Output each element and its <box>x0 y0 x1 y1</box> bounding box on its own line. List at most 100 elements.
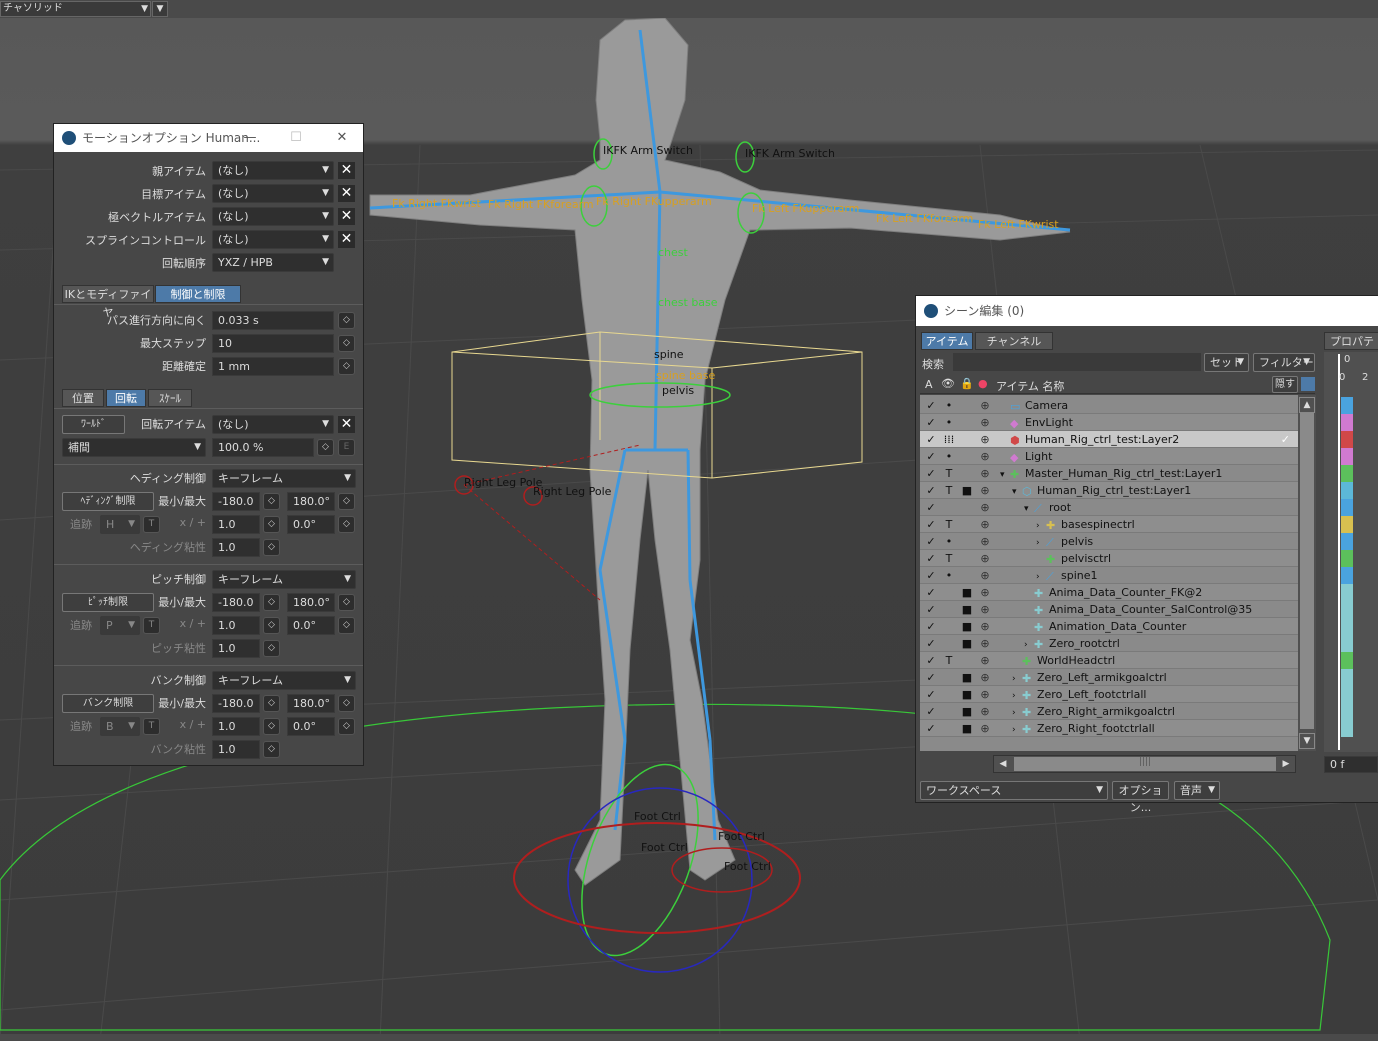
bank-offset-field[interactable]: 0.0° <box>287 717 335 736</box>
pitch-min-spinner[interactable]: ◇ <box>263 594 280 611</box>
pitch-max-field[interactable]: 180.0° <box>287 593 335 612</box>
pole-vector-select[interactable]: (なし) ▼ <box>212 207 334 226</box>
active-check-icon[interactable]: ✓ <box>924 499 938 516</box>
visibility-icon[interactable]: T <box>942 550 956 567</box>
pitch-offset-spinner[interactable]: ◇ <box>338 617 355 634</box>
layer-icon[interactable]: ⊕ <box>978 516 992 533</box>
scene-item[interactable]: ⬢ Human_Rig_ctrl_test:Layer2 <box>1000 431 1179 448</box>
lock-icon[interactable]: ■ <box>960 703 974 720</box>
scene-item[interactable]: ✚ pelvisctrl <box>1036 550 1111 567</box>
active-check-icon[interactable]: ✓ <box>924 584 938 601</box>
heading-viscosity-spinner[interactable]: ◇ <box>263 539 280 556</box>
clear-parent-button[interactable]: ✕ <box>338 162 355 179</box>
distance-field[interactable]: 1 mm <box>212 357 334 376</box>
scene-item-row[interactable]: ✓ ■ ⊕ › ✚ Zero_Right_footctrlall <box>920 720 1298 737</box>
subtab-position[interactable]: 位置 <box>62 389 104 407</box>
bank-track-axis[interactable]: B ▼ <box>100 717 140 736</box>
target-item-select[interactable]: (なし) ▼ <box>212 184 334 203</box>
heading-mult-field[interactable]: 1.0 <box>212 515 260 534</box>
scene-item[interactable]: ✚ Anima_Data_Counter_SalControl@35 <box>1024 601 1252 618</box>
scene-item-row[interactable]: ✓ ⊕ ▾ ⟋ root <box>920 499 1298 516</box>
active-check-icon[interactable]: ✓ <box>924 686 938 703</box>
active-check-icon[interactable]: ✓ <box>924 652 938 669</box>
layer-icon[interactable]: ⊕ <box>978 533 992 550</box>
active-check-icon[interactable]: ✓ <box>924 465 938 482</box>
scene-item-row[interactable]: ✓ ■ ⊕ › ✚ Zero_Right_armikgoalctrl <box>920 703 1298 720</box>
bank-mult-spinner[interactable]: ◇ <box>263 718 280 735</box>
heading-track-axis[interactable]: H ▼ <box>100 515 140 534</box>
bank-mult-field[interactable]: 1.0 <box>212 717 260 736</box>
active-check-icon[interactable]: ✓ <box>924 448 938 465</box>
h-scroll-thumb[interactable]: |||| <box>1014 757 1276 771</box>
lock-icon[interactable]: ■ <box>960 601 974 618</box>
visibility-icon[interactable]: • <box>942 533 956 550</box>
heading-offset-field[interactable]: 0.0° <box>287 515 335 534</box>
scene-item-row[interactable]: ✓ ⁞⁞⁞ ⊕ ⬢ Human_Rig_ctrl_test:Layer2 ✓ <box>920 431 1298 448</box>
active-check-icon[interactable]: ✓ <box>924 431 938 448</box>
active-check-icon[interactable]: ✓ <box>924 618 938 635</box>
active-check-icon[interactable]: ✓ <box>924 414 938 431</box>
options-button[interactable]: オプション... <box>1112 781 1169 814</box>
active-check-icon[interactable]: ✓ <box>924 533 938 550</box>
layer-icon[interactable]: ⊕ <box>978 618 992 635</box>
bank-limit-button[interactable]: バンク制限 <box>62 694 154 713</box>
col-name-header[interactable]: アイテム 名称 <box>996 378 1064 394</box>
close-icon[interactable]: ✕ <box>319 124 365 152</box>
bank-viscosity-field[interactable]: 1.0 <box>212 740 260 759</box>
lock-icon[interactable]: ■ <box>960 686 974 703</box>
heading-viscosity-field[interactable]: 1.0 <box>212 538 260 557</box>
scene-item-row[interactable]: ✓ • ⊕ ◆ Light <box>920 448 1298 465</box>
scene-item[interactable]: ◆ Light <box>1000 448 1052 465</box>
maximize-icon[interactable]: ☐ <box>273 124 319 152</box>
lock-icon[interactable]: 🔒 <box>960 377 974 390</box>
hide-button[interactable]: 隠す <box>1272 376 1298 393</box>
tab-items[interactable]: アイテム <box>921 332 973 350</box>
visibility-icon[interactable]: T <box>942 516 956 533</box>
lock-icon[interactable]: ■ <box>960 618 974 635</box>
active-check-icon[interactable]: ✓ <box>924 567 938 584</box>
visibility-icon[interactable]: T <box>942 482 956 499</box>
layer-icon[interactable]: ⊕ <box>978 601 992 618</box>
scene-item-row[interactable]: ✓ T ⊕ ▾ ✚ Master_Human_Rig_ctrl_test:Layer1 <box>920 465 1298 482</box>
lock-icon[interactable]: ■ <box>960 669 974 686</box>
layer-icon[interactable]: ⊕ <box>978 669 992 686</box>
bank-offset-spinner[interactable]: ◇ <box>338 718 355 735</box>
layer-icon[interactable]: ⊕ <box>978 482 992 499</box>
layer-icon[interactable]: ⊕ <box>978 720 992 737</box>
bank-max-spinner[interactable]: ◇ <box>338 695 355 712</box>
parent-item-select[interactable]: (なし) ▼ <box>212 161 334 180</box>
visibility-icon[interactable]: • <box>942 397 956 414</box>
tab-ik-modifiers[interactable]: IKとモディファイヤ <box>62 285 154 319</box>
scroll-left-icon[interactable]: ◀ <box>994 756 1012 772</box>
visibility-icon[interactable]: ⁞⁞⁞ <box>942 431 956 448</box>
pitch-mult-spinner[interactable]: ◇ <box>263 617 280 634</box>
lock-icon[interactable]: ■ <box>960 720 974 737</box>
scene-item-row[interactable]: ✓ ■ ⊕ ✚ Anima_Data_Counter_SalControl@35 <box>920 601 1298 618</box>
scene-item-row[interactable]: ✓ ■ ⊕ › ✚ Zero_Left_footctrlall <box>920 686 1298 703</box>
heading-mult-spinner[interactable]: ◇ <box>263 516 280 533</box>
active-check-icon[interactable]: ✓ <box>924 601 938 618</box>
pitch-limit-button[interactable]: ﾋﾟｯﾁ制限 <box>62 593 154 612</box>
scene-item-row[interactable]: ✓ ■ ⊕ ✚ Anima_Data_Counter_FK@2 <box>920 584 1298 601</box>
heading-max-spinner[interactable]: ◇ <box>338 493 355 510</box>
set-dropdown[interactable]: セット ▼ <box>1204 353 1249 372</box>
path-align-field[interactable]: 0.033 s <box>212 311 334 330</box>
heading-min-spinner[interactable]: ◇ <box>263 493 280 510</box>
eye-icon[interactable]: 👁 <box>941 377 955 390</box>
clear-pole-vector-button[interactable]: ✕ <box>338 208 355 225</box>
spline-control-select[interactable]: (なし) ▼ <box>212 230 334 249</box>
scene-item-row[interactable]: ✓ • ⊕ › ⟋ spine1 <box>920 567 1298 584</box>
path-align-spinner[interactable]: ◇ <box>338 312 355 329</box>
visibility-icon[interactable]: T <box>942 652 956 669</box>
active-check-icon[interactable]: ✓ <box>924 703 938 720</box>
active-check-icon[interactable]: ✓ <box>924 397 938 414</box>
visibility-icon[interactable]: • <box>942 567 956 584</box>
scene-item[interactable]: ✚ Animation_Data_Counter <box>1024 618 1186 635</box>
heading-limit-button[interactable]: ﾍﾃﾞｨﾝｸﾞ制限 <box>62 492 154 511</box>
pitch-viscosity-spinner[interactable]: ◇ <box>263 640 280 657</box>
tab-channels[interactable]: チャンネル <box>975 332 1053 350</box>
scene-item-row[interactable]: ✓ T ⊕ ✚ WorldHeadctrl <box>920 652 1298 669</box>
rotation-item-select[interactable]: (なし) ▼ <box>212 415 334 434</box>
layer-icon[interactable]: ⊕ <box>978 584 992 601</box>
visibility-icon[interactable]: • <box>942 448 956 465</box>
